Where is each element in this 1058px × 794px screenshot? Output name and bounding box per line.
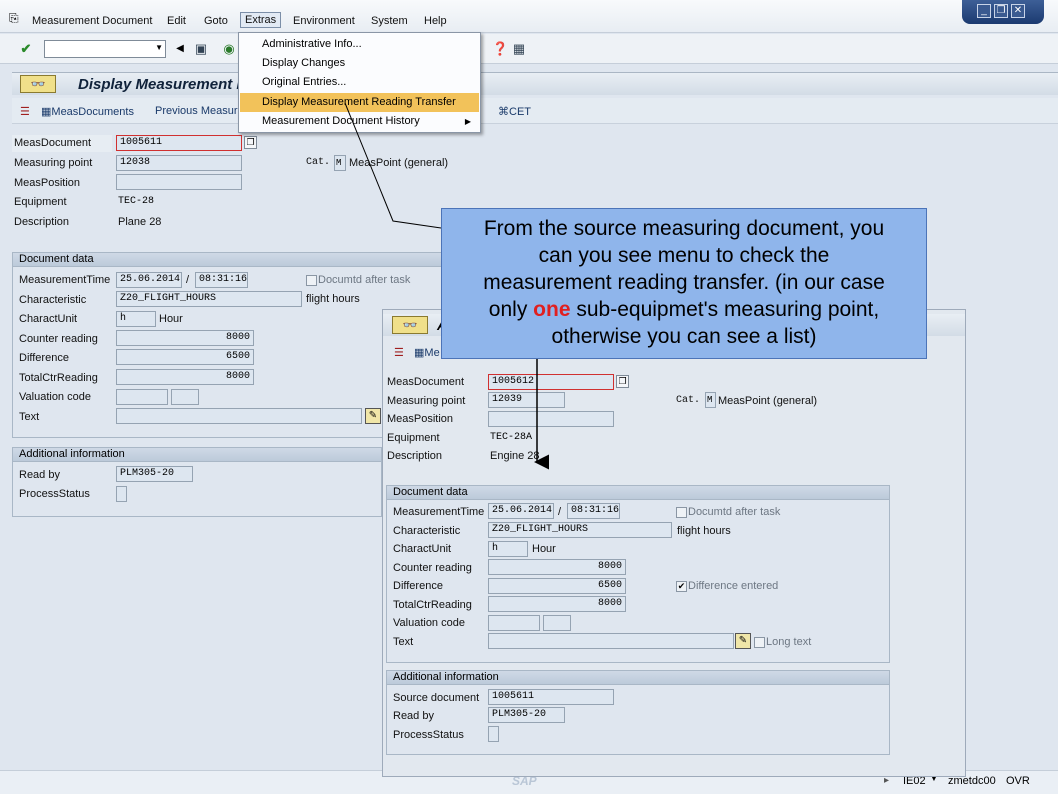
explanation-callout: From the source measuring document, you … — [441, 208, 927, 359]
callout-line-3: measurement reading transfer. (in our ca… — [483, 271, 885, 294]
callout-line-2: can you see menu to check the — [538, 244, 830, 267]
callout-line-4: only one sub-equipmet's measuring point, — [442, 296, 926, 323]
pointer-line-to-menu — [344, 102, 442, 229]
callout-line-5: otherwise you can see a list) — [551, 325, 817, 348]
callout-rest: sub-equipmet's measuring point, — [576, 298, 880, 321]
callout-only: only — [488, 298, 528, 321]
callout-one: one — [533, 298, 571, 321]
annotation-arrows — [344, 102, 549, 470]
callout-line-1: From the source measuring document, you — [483, 217, 885, 240]
